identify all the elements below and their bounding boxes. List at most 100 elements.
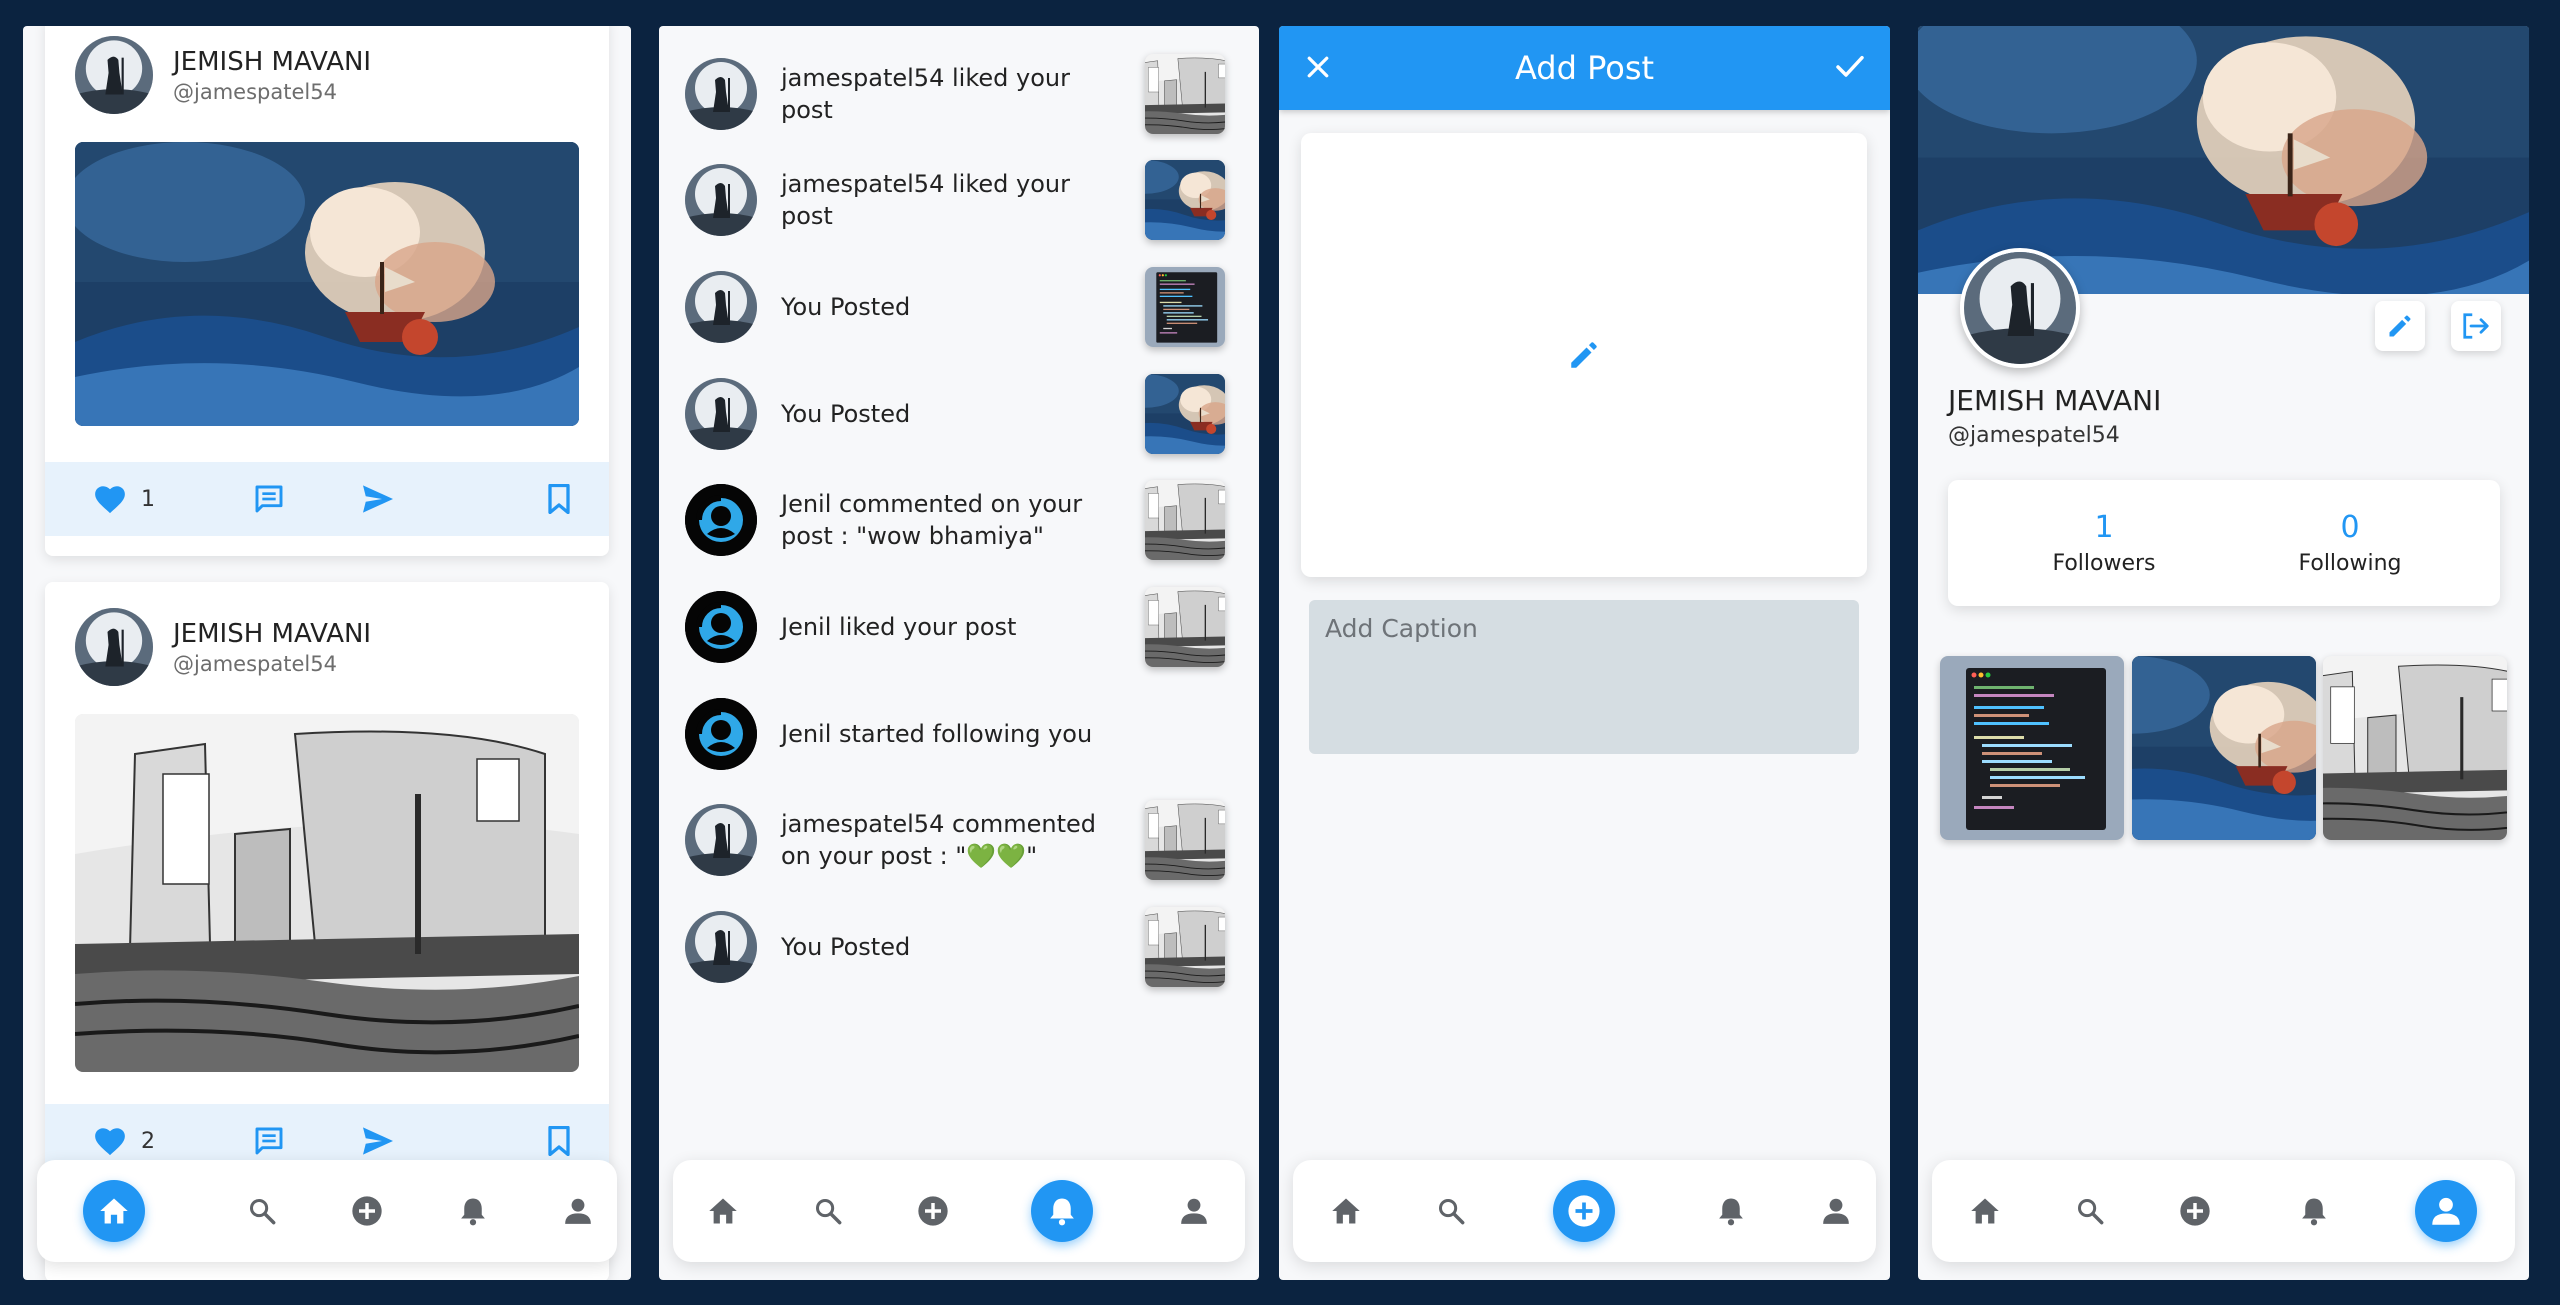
post-image[interactable] (75, 714, 579, 1072)
like-button[interactable]: 2 (93, 1125, 155, 1157)
nav-home[interactable] (1970, 1197, 2000, 1225)
nav-profile[interactable] (2415, 1180, 2477, 1242)
notification-post-thumbnail[interactable] (1145, 54, 1225, 134)
post-author-handle: @jamespatel54 (173, 651, 337, 676)
nav-notifications[interactable] (1031, 1180, 1093, 1242)
profile-post-thumbnail[interactable] (1940, 656, 2124, 840)
notification-text: jamespatel54 commented on your post : "💚… (781, 810, 1096, 870)
notification-post-thumbnail[interactable] (1145, 907, 1225, 987)
nav-add-post[interactable] (917, 1195, 949, 1227)
notification-text: Jenil started following you (781, 720, 1093, 748)
notification-text: jamespatel54 liked your post (781, 170, 1070, 230)
notification-item[interactable]: You Posted (685, 374, 1225, 454)
notification-post-thumbnail[interactable] (1145, 800, 1225, 880)
avatar[interactable] (685, 911, 757, 983)
bookmark-icon (548, 484, 570, 514)
nav-home[interactable] (708, 1197, 738, 1225)
notification-item[interactable]: jamespatel54 liked your post (685, 160, 1225, 240)
close-button[interactable] (1303, 52, 1333, 86)
nav-search[interactable] (814, 1197, 842, 1225)
nav-home[interactable] (1331, 1197, 1361, 1225)
avatar[interactable] (685, 271, 757, 343)
submit-button[interactable] (1834, 52, 1866, 86)
avatar[interactable] (685, 378, 757, 450)
notification-post-thumbnail[interactable] (1145, 374, 1225, 454)
profile-post-thumbnail[interactable] (2323, 656, 2507, 840)
post-card: JEMISH MAVANI @jamespatel54 1 (45, 26, 609, 556)
post-author-name: JEMISH MAVANI (173, 618, 372, 649)
nav-profile[interactable] (1181, 1197, 1207, 1225)
page-title: Add Post (1514, 49, 1655, 87)
nav-notifications[interactable] (2300, 1196, 2328, 1226)
heart-icon (95, 486, 125, 514)
notification-post-thumbnail[interactable] (1145, 160, 1225, 240)
notification-item[interactable]: You Posted (685, 267, 1225, 347)
notifications-screen: jamespatel54 liked your post jamespatel5… (659, 26, 1259, 1280)
share-button[interactable] (361, 1126, 395, 1156)
send-icon (363, 1127, 393, 1155)
nav-search[interactable] (2076, 1197, 2104, 1225)
comment-icon (255, 485, 283, 513)
search-icon (1438, 1198, 1465, 1225)
edit-profile-button[interactable] (2375, 301, 2425, 351)
avatar[interactable] (75, 36, 153, 114)
caption-input[interactable]: Add Caption (1309, 600, 1859, 754)
nav-profile[interactable] (565, 1197, 591, 1225)
logout-button[interactable] (2451, 301, 2501, 351)
add-circle-icon (918, 1196, 948, 1226)
post-header[interactable]: JEMISH MAVANI @jamespatel54 (75, 36, 371, 114)
avatar[interactable] (685, 698, 757, 770)
nav-add-post[interactable] (2179, 1195, 2211, 1227)
bookmark-icon (548, 1126, 570, 1156)
notification-post-thumbnail[interactable] (1145, 480, 1225, 560)
comment-button[interactable] (253, 1125, 285, 1157)
profile-avatar[interactable] (1960, 248, 2080, 368)
nav-notifications[interactable] (459, 1196, 487, 1226)
nav-add-post[interactable] (351, 1195, 383, 1227)
nav-notifications[interactable] (1717, 1196, 1745, 1226)
bell-icon (461, 1198, 485, 1226)
bottom-nav (1293, 1160, 1876, 1262)
search-icon (2077, 1198, 2104, 1225)
avatar[interactable] (685, 58, 757, 130)
avatar[interactable] (685, 484, 757, 556)
avatar[interactable] (685, 164, 757, 236)
home-icon (709, 1198, 737, 1224)
avatar[interactable] (75, 608, 153, 686)
notification-item[interactable]: Jenil liked your post (685, 587, 1225, 667)
profile-post-thumbnail[interactable] (2132, 656, 2316, 840)
search-icon (815, 1198, 842, 1225)
notification-item[interactable]: You Posted (685, 907, 1225, 987)
nav-profile[interactable] (1823, 1197, 1849, 1225)
image-picker[interactable] (1301, 133, 1867, 577)
notification-item[interactable]: Jenil started following you (685, 698, 1225, 770)
share-button[interactable] (361, 484, 395, 514)
like-button[interactable]: 1 (93, 483, 155, 515)
bookmark-button[interactable] (547, 1126, 571, 1156)
profile-stats: 1 Followers 0 Following (1948, 480, 2500, 606)
followers-stat[interactable]: 1 Followers (2004, 510, 2204, 576)
avatar[interactable] (685, 804, 757, 876)
post-image[interactable] (75, 142, 579, 426)
person-icon (2432, 1197, 2460, 1225)
nav-search[interactable] (248, 1197, 276, 1225)
home-icon (100, 1198, 128, 1224)
avatar[interactable] (685, 591, 757, 663)
post-header[interactable]: JEMISH MAVANI @jamespatel54 (75, 608, 371, 686)
nav-search[interactable] (1437, 1197, 1465, 1225)
profile-name: JEMISH MAVANI (1948, 384, 2162, 417)
notification-item[interactable]: Jenil commented on your post : "wow bham… (685, 480, 1225, 560)
person-icon (1181, 1198, 1207, 1224)
notification-post-thumbnail[interactable] (1145, 587, 1225, 667)
notification-item[interactable]: jamespatel54 liked your post (685, 54, 1225, 134)
app-bar: Add Post (1279, 26, 1890, 110)
following-stat[interactable]: 0 Following (2250, 510, 2450, 576)
comment-button[interactable] (253, 483, 285, 515)
check-icon (1836, 55, 1864, 77)
notification-item[interactable]: jamespatel54 commented on your post : "💚… (685, 800, 1225, 880)
nav-add-post[interactable] (1553, 1180, 1615, 1242)
heart-icon (95, 1128, 125, 1156)
bookmark-button[interactable] (547, 484, 571, 514)
nav-home[interactable] (83, 1180, 145, 1242)
notification-post-thumbnail[interactable] (1145, 267, 1225, 347)
